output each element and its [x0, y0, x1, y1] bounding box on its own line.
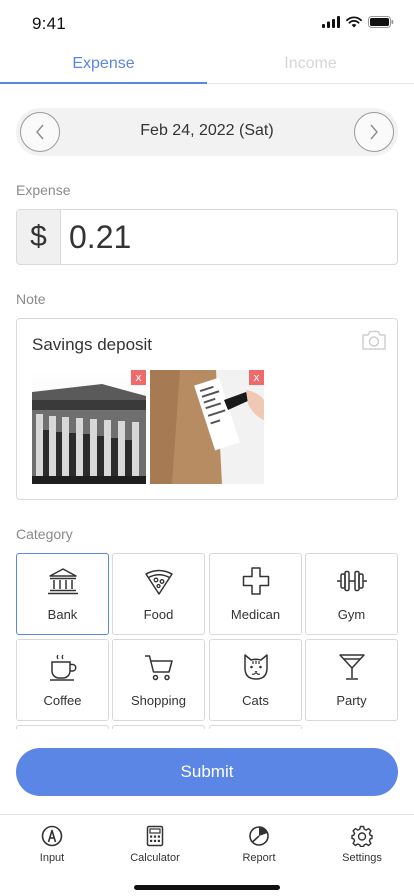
cocktail-icon	[338, 654, 365, 680]
nav-label-report: Report	[242, 852, 276, 864]
tab-income[interactable]: Income	[207, 50, 414, 83]
gear-icon	[351, 825, 373, 847]
note-text[interactable]: Savings deposit	[32, 335, 152, 355]
attached-photo-receipt[interactable]: x	[150, 370, 264, 484]
remove-photo-button[interactable]: x	[249, 370, 264, 385]
category-cats[interactable]: Cats	[209, 639, 302, 721]
status-bar: 9:41	[0, 0, 414, 48]
home-indicator	[134, 885, 280, 890]
note-label: Note	[16, 291, 46, 307]
pizza-icon	[144, 569, 173, 595]
date-picker: Feb 24, 2022 (Sat)	[16, 108, 398, 156]
attached-photo-building[interactable]: x	[32, 370, 146, 484]
amount-field: $	[16, 209, 398, 265]
category-label-food: Food	[143, 607, 174, 622]
category-label-shopping: Shopping	[131, 693, 186, 708]
battery-icon	[368, 16, 394, 28]
next-date-button[interactable]	[354, 112, 394, 152]
bottom-nav: Input Calculator Report Settings	[0, 814, 414, 896]
cat-icon	[243, 654, 268, 680]
currency-symbol: $	[17, 210, 61, 264]
category-label-bank: Bank	[47, 607, 78, 622]
category-more[interactable]	[209, 725, 302, 729]
nav-calculator[interactable]: Calculator	[110, 825, 200, 864]
nav-label-calculator: Calculator	[130, 852, 180, 864]
receipt-photo	[150, 370, 264, 484]
submit-button[interactable]: Submit	[16, 748, 398, 796]
signal-icon	[322, 16, 340, 28]
shopping-cart-icon	[144, 655, 173, 681]
category-gym[interactable]: Gym	[305, 553, 398, 635]
tab-expense[interactable]: Expense	[0, 50, 207, 84]
category-more[interactable]	[112, 725, 205, 729]
category-label-party: Party	[336, 693, 367, 708]
status-time: 9:41	[32, 14, 66, 33]
expense-label: Expense	[16, 182, 71, 198]
pen-icon	[41, 825, 63, 847]
category-label-gym: Gym	[337, 607, 366, 622]
remove-photo-button[interactable]: x	[131, 370, 146, 385]
bank-icon	[47, 568, 78, 595]
camera-icon	[362, 330, 386, 350]
category-label: Category	[16, 526, 73, 542]
note-field[interactable]: Savings deposit x x	[16, 318, 398, 500]
pie-chart-icon	[249, 826, 269, 846]
wifi-icon	[346, 16, 362, 28]
date-display[interactable]: Feb 24, 2022 (Sat)	[16, 122, 398, 140]
calculator-icon	[146, 825, 164, 847]
nav-input[interactable]: Input	[7, 825, 97, 864]
amount-input[interactable]	[69, 210, 389, 264]
category-bank[interactable]: Bank	[16, 553, 109, 635]
nav-label-settings: Settings	[342, 852, 382, 864]
medical-cross-icon	[242, 567, 269, 595]
nav-settings[interactable]: Settings	[317, 825, 407, 864]
camera-button[interactable]	[361, 329, 387, 356]
category-label-coffee: Coffee	[43, 693, 82, 708]
category-label-cats: Cats	[242, 693, 269, 708]
category-coffee[interactable]: Coffee	[16, 639, 109, 721]
coffee-cup-icon	[49, 654, 76, 681]
chevron-right-icon	[370, 124, 378, 140]
category-grid: Bank Food Medican Gym Coffee Shopping Ca…	[16, 553, 398, 729]
nav-label-input: Input	[39, 852, 65, 864]
category-label-medican: Medican	[230, 607, 281, 622]
category-party[interactable]: Party	[305, 639, 398, 721]
category-food[interactable]: Food	[112, 553, 205, 635]
nav-report[interactable]: Report	[214, 825, 304, 864]
category-shopping[interactable]: Shopping	[112, 639, 205, 721]
status-icons	[322, 16, 394, 28]
category-medican[interactable]: Medican	[209, 553, 302, 635]
dumbbell-icon	[336, 570, 367, 592]
tab-bar: Expense Income	[0, 50, 414, 84]
category-more[interactable]	[16, 725, 109, 729]
bank-building-photo	[32, 370, 146, 484]
